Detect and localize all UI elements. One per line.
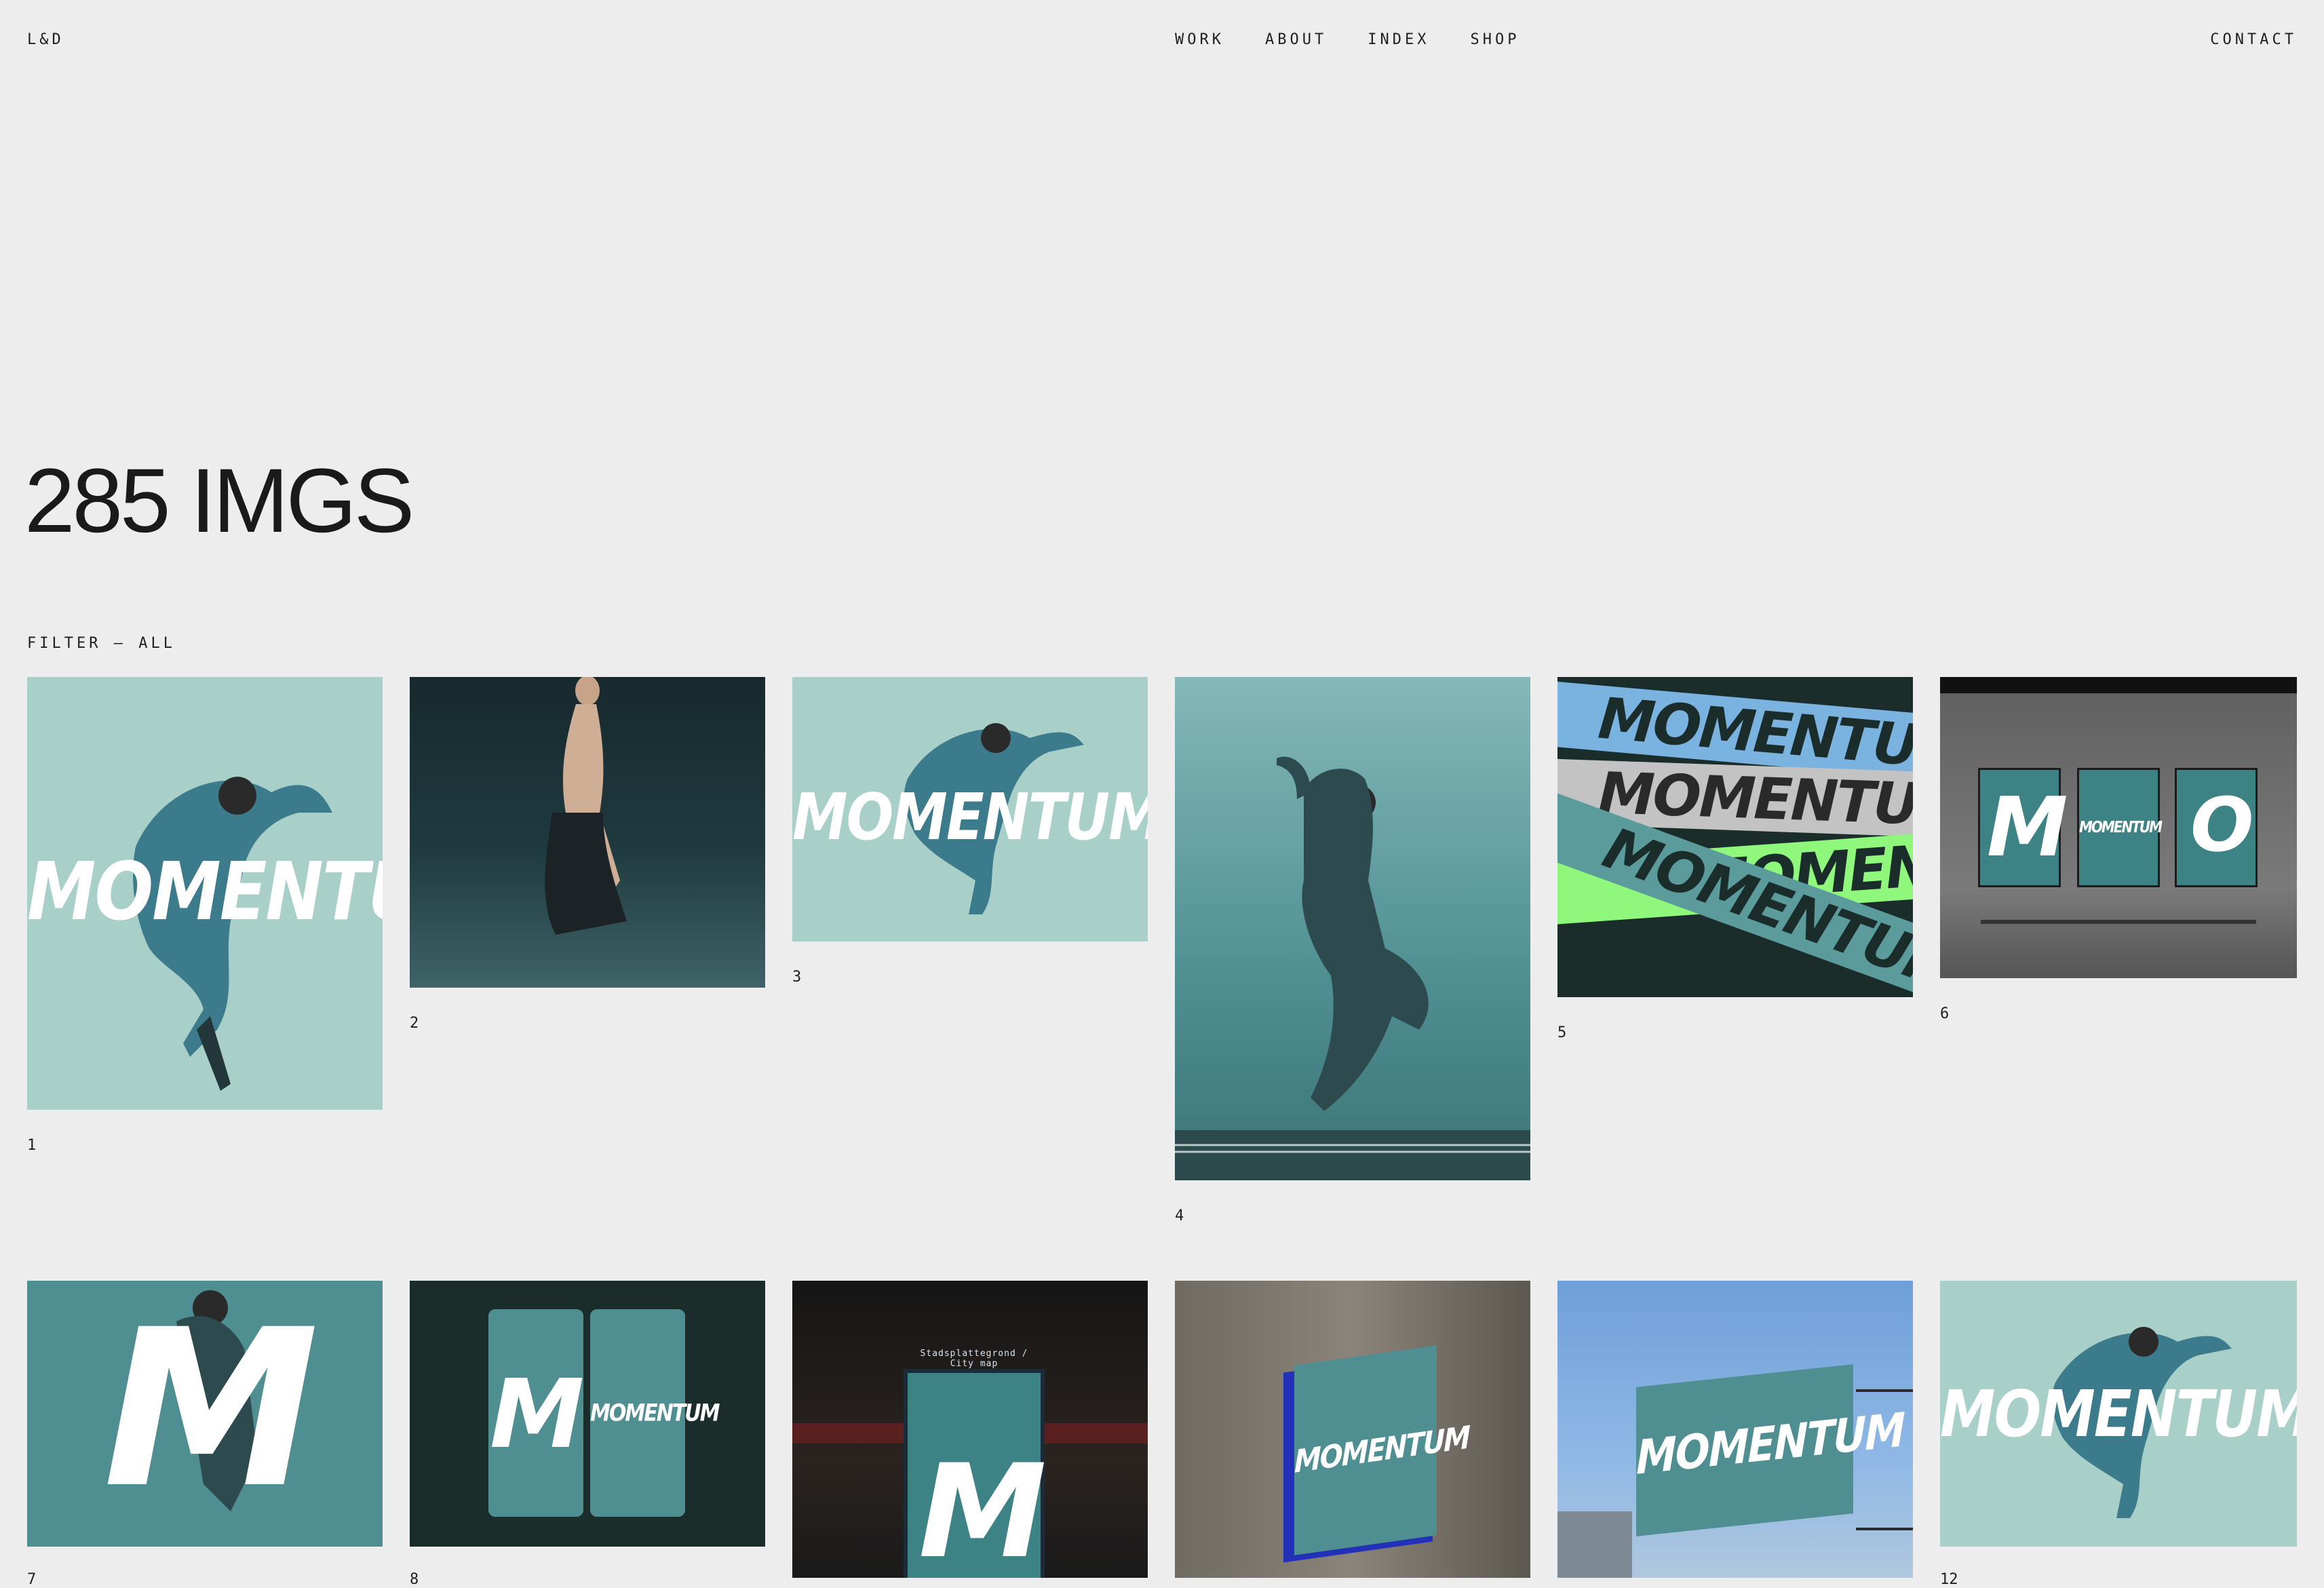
- nav-index[interactable]: INDEX: [1368, 31, 1429, 48]
- letter-m: M: [918, 1437, 1047, 1578]
- momentum-wordmark: MOMENTUM: [2079, 817, 2163, 836]
- gallery-tile-11[interactable]: MOMENTUM: [1557, 1281, 1913, 1578]
- city-map-label: Stadsplattegrond / City map: [920, 1349, 1028, 1369]
- dancer-image: [545, 677, 627, 935]
- subway-poster: M: [1978, 768, 2068, 887]
- gallery-tile-10[interactable]: MOMENTUM: [1175, 1281, 1530, 1578]
- tile-caption: 8: [410, 1571, 419, 1588]
- tile-caption: 3: [792, 969, 802, 986]
- letter-m: M: [103, 1283, 319, 1536]
- gallery-tile-6[interactable]: M MOMENTUM O: [1940, 677, 2297, 978]
- ceiling-light: [1940, 677, 2297, 693]
- gallery-tile-3[interactable]: MOMENTUM: [792, 677, 1148, 942]
- tile-caption: 12: [1940, 1571, 1958, 1588]
- filter-toggle[interactable]: FILTER — ALL: [27, 635, 176, 652]
- gallery-tile-12[interactable]: MOMENTUM: [1940, 1281, 2297, 1547]
- tile-caption: 1: [27, 1137, 37, 1154]
- billboard: MOMENTUM: [1636, 1364, 1904, 1536]
- gallery-tile-1[interactable]: MOMENTUM: [27, 677, 383, 1110]
- brand-logo[interactable]: L&D: [27, 31, 64, 48]
- nav-about[interactable]: ABOUT: [1265, 31, 1327, 48]
- tile-caption: 2: [410, 1015, 419, 1032]
- gallery-tile-4[interactable]: [1175, 677, 1530, 1180]
- letter-m: M: [490, 1359, 585, 1470]
- tile-caption: 7: [27, 1571, 37, 1588]
- billboard-frame: [1856, 1389, 1913, 1530]
- page-title: 285 IMGS: [24, 450, 414, 551]
- tile-caption: 6: [1940, 1005, 1950, 1022]
- momentum-wordmark: MOMENTUM: [590, 1399, 720, 1427]
- city-map-kiosk: Stadsplattegrond / City map M: [904, 1349, 1047, 1578]
- poster-card: MOMENTUM: [590, 1309, 720, 1517]
- momentum-wordmark: MOMENTUM: [1294, 1420, 1469, 1481]
- tile-caption: 5: [1557, 1024, 1567, 1041]
- gallery-tile-2[interactable]: [410, 677, 765, 988]
- momentum-wordmark: MOMENTUM: [1940, 1377, 2297, 1452]
- gallery-tile-9[interactable]: Stadsplattegrond / City map M: [792, 1281, 1148, 1578]
- letter-o: O: [2190, 781, 2254, 868]
- letter-m: M: [1987, 781, 2068, 875]
- gallery-tile-8[interactable]: M MOMENTUM: [410, 1281, 765, 1547]
- nav-contact[interactable]: CONTACT: [2210, 31, 2297, 48]
- dancer-image: [1175, 756, 1530, 1180]
- nav-work[interactable]: WORK: [1175, 31, 1224, 48]
- momentum-wordmark: MOMENTUM: [792, 780, 1148, 855]
- momentum-wordmark: MOMENTUM: [1636, 1403, 1904, 1486]
- poster-card: M: [488, 1309, 585, 1517]
- gallery-tile-7[interactable]: M: [27, 1281, 383, 1547]
- building: [1557, 1511, 1632, 1578]
- gallery-tile-5[interactable]: MOMENTUM MOMENTUM MOMENTUM MOMENTUM: [1557, 677, 1913, 997]
- bench: [1981, 920, 2256, 924]
- poster-front: MOMENTUM: [1294, 1345, 1469, 1555]
- nav-shop[interactable]: SHOP: [1470, 31, 1519, 48]
- subway-poster: MOMENTUM: [2077, 768, 2163, 887]
- main-nav: WORK ABOUT INDEX SHOP: [1175, 31, 1560, 48]
- subway-poster: O: [2175, 768, 2258, 887]
- momentum-wordmark: MOMENTUM: [27, 846, 383, 939]
- tile-caption: 4: [1175, 1207, 1184, 1224]
